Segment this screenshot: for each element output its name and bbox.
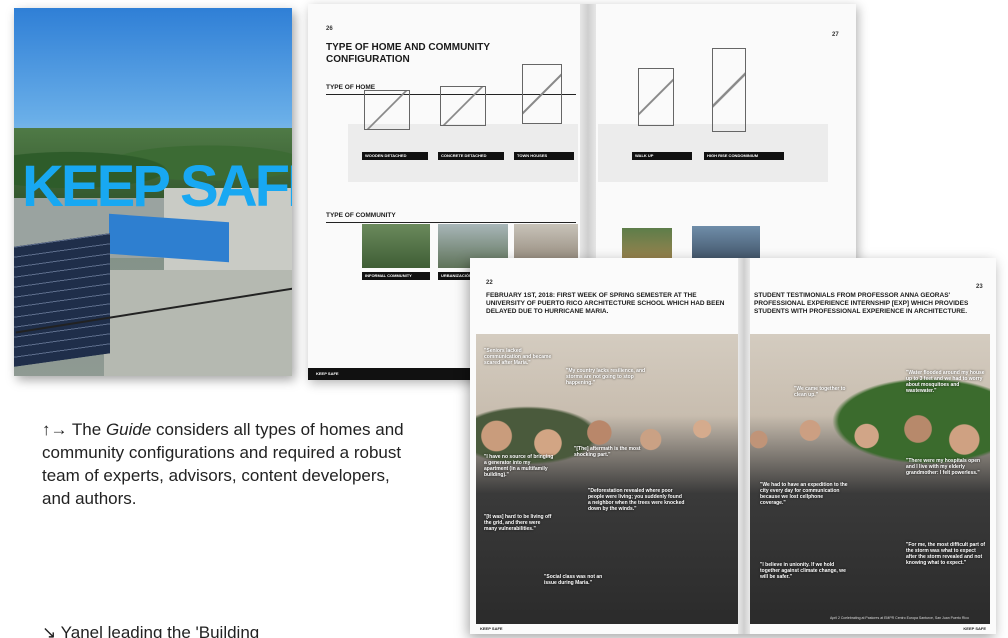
testimonial-quote: "Seniors lacked communication and became…: [484, 348, 552, 366]
wooden-house-drawing: [364, 90, 410, 130]
walkup-drawing: [638, 68, 674, 126]
photo-caption: April 2 Ccelebrating at Pastores at EMPR…: [830, 616, 969, 620]
footer-label: KEEP SAFE: [480, 626, 503, 631]
footer-label: KEEP SAFE: [963, 626, 986, 631]
townhouse-drawing: [522, 64, 562, 124]
testimonial-quote: "Deforestation revealed where poor peopl…: [588, 488, 685, 512]
spread-fold: [738, 258, 750, 634]
home-type-label: HIGH RISE CONDOMINIUM: [704, 152, 784, 160]
informal-community-photo: [362, 224, 430, 268]
up-right-arrows-icon: ↑→: [42, 420, 68, 439]
home-type-label: TOWN HOUSES: [514, 152, 574, 160]
front-spread: 22 23 FEBRUARY 1ST, 2018: FIRST WEEK OF …: [470, 258, 996, 634]
testimonial-quote: "Social class was not an issue during Ma…: [544, 574, 603, 586]
guide-cover-photo: KEEP SAFE: [14, 8, 292, 376]
footer-label: KEEP SAFE: [316, 371, 339, 376]
image-caption: ↑→ The Guide considers all types of home…: [42, 420, 404, 508]
testimonial-quote: "[The] aftermath is the most shocking pa…: [574, 446, 641, 458]
page-number: 27: [832, 32, 839, 38]
testimonial-quote: "I believe in unionity. If we hold toget…: [760, 562, 846, 580]
section-heading: TYPE OF COMMUNITY: [326, 212, 396, 219]
page-number: 26: [326, 26, 333, 32]
right-page-title: STUDENT TESTIMONIALS FROM PROFESSOR ANNA…: [754, 292, 969, 316]
testimonial-quote: "[It was] hard to be living off the grid…: [484, 514, 552, 532]
cover-title: KEEP SAFE: [22, 154, 292, 219]
testimonial-quote: "Water flooded around my house up to 3 f…: [906, 370, 985, 394]
cover-solar-panels: [14, 233, 110, 367]
testimonial-quote: "My country lacks resilience, and storms…: [566, 368, 646, 386]
cover-blue-tarp: [109, 213, 229, 263]
image-caption-next: ↘ Yanel leading the 'Building: [42, 623, 260, 638]
page-footer: KEEP SAFE KEEP SAFE: [470, 624, 996, 634]
testimonial-quote: "For me, the most difficult part of the …: [906, 542, 986, 566]
testimonial-quote: "We came together to clean up.": [794, 386, 846, 398]
testimonial-quote: "I have no source of bringing a generato…: [484, 454, 554, 478]
testimonial-quote: "We had to have an expedition to the cit…: [760, 482, 848, 506]
home-type-label: CONCRETE DETACHED: [438, 152, 504, 160]
spread-title: TYPE OF HOME AND COMMUNITY CONFIGURATION: [326, 42, 490, 65]
community-type-label: INFORMAL COMMUNITY: [362, 272, 430, 280]
testimonial-quote: "There were my hospitals open and I live…: [906, 458, 981, 476]
concrete-house-drawing: [440, 86, 486, 126]
home-type-label: WOODEN DETACHED: [362, 152, 428, 160]
highrise-drawing: [712, 48, 746, 132]
page-number: 23: [976, 284, 983, 290]
divider: [326, 222, 576, 223]
home-type-label: WALK UP: [632, 152, 692, 160]
page-number: 22: [486, 280, 493, 286]
cover-building-lower: [104, 270, 292, 376]
left-page-title: FEBRUARY 1ST, 2018: FIRST WEEK OF SPRING…: [486, 292, 725, 316]
guide-title: Guide: [105, 420, 152, 439]
